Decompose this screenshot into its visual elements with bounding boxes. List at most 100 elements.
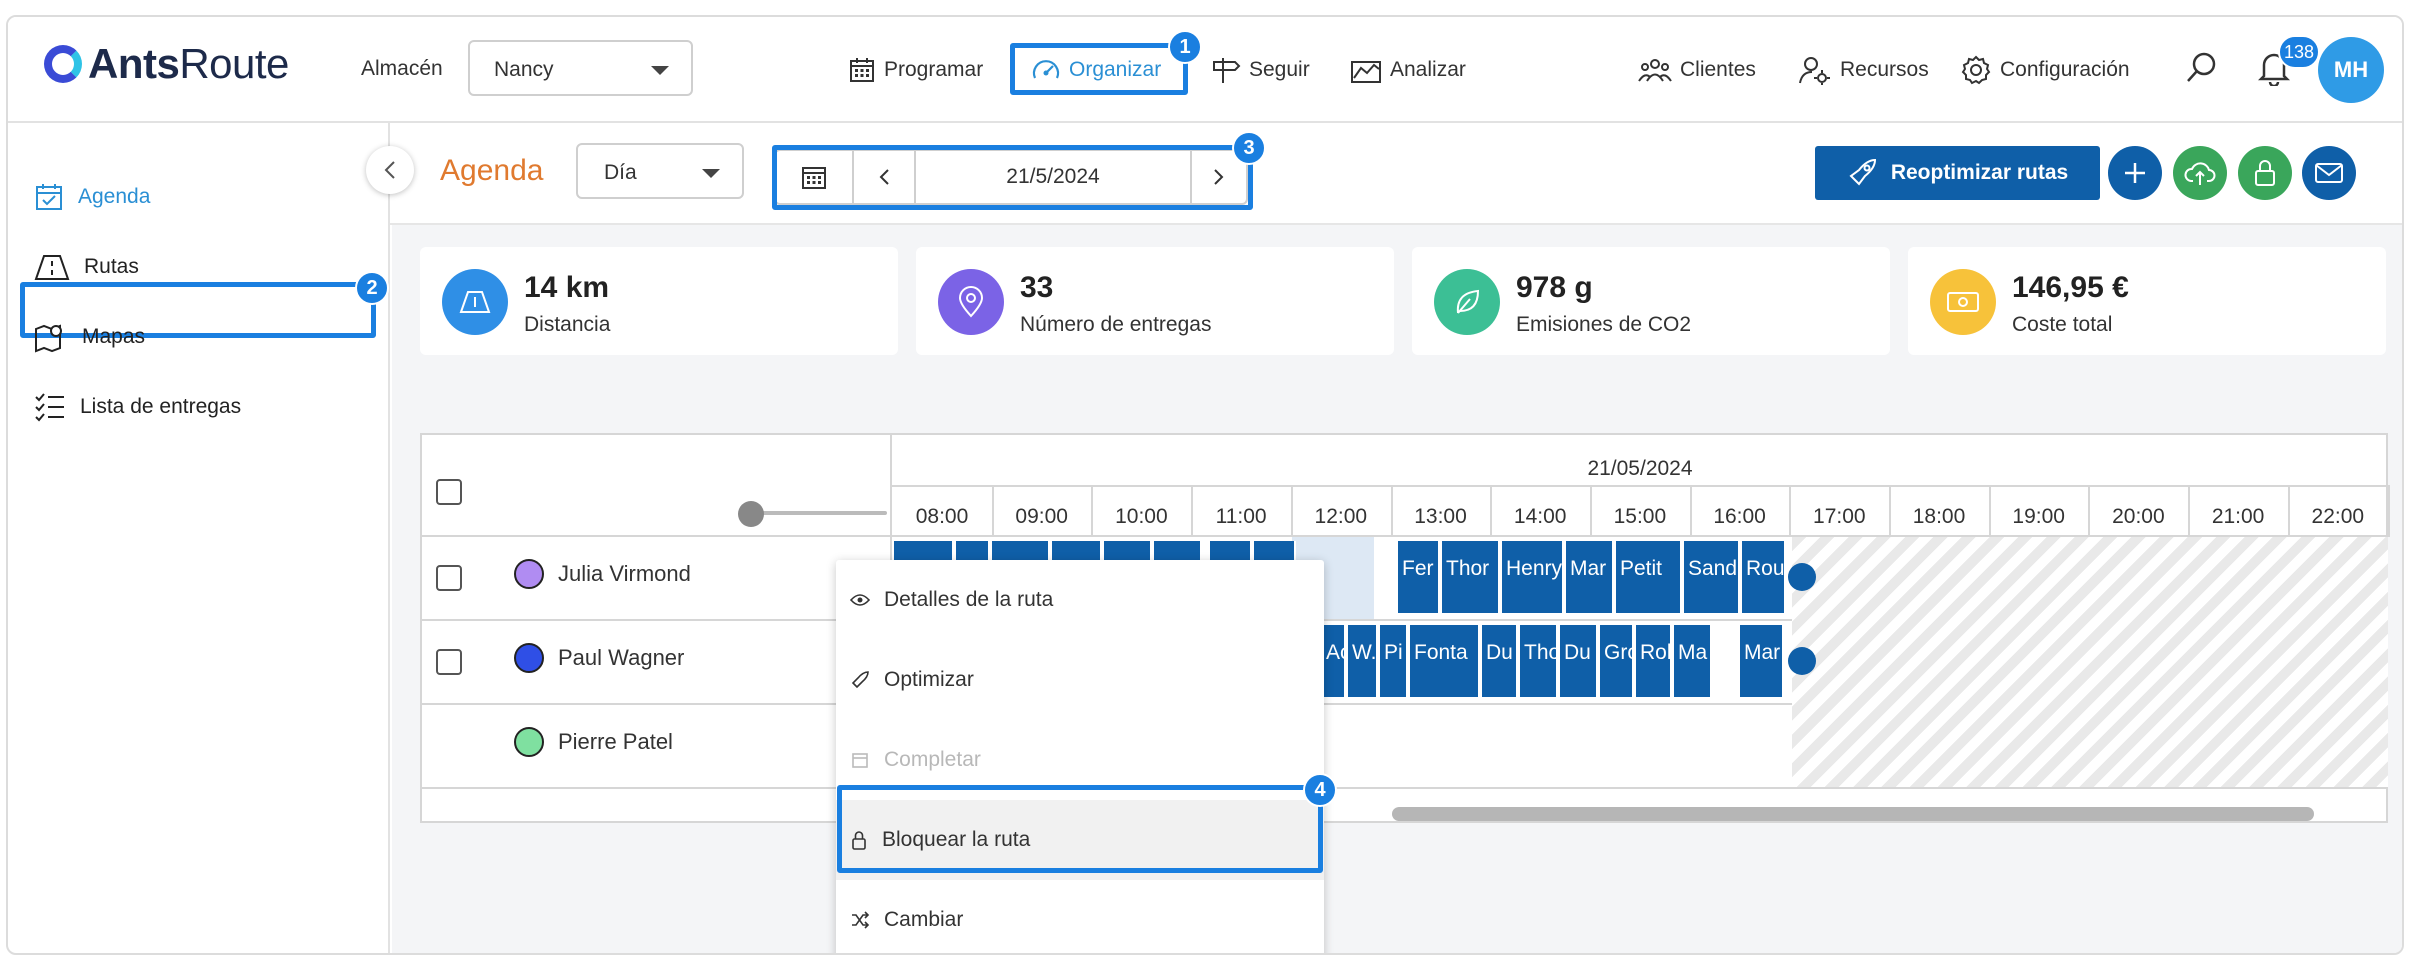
avatar[interactable]: MH [2318,37,2384,103]
timeline-date-header: 21/05/2024 [1587,457,1693,480]
delivery-block[interactable]: Du [1560,625,1598,697]
hour-label: 13:00 [1414,505,1467,528]
hour-label: 19:00 [2012,505,2065,528]
logo-bold-text: Ants [88,40,180,87]
nav-configuracion[interactable]: Configuración [1960,53,2130,87]
cloud-upload-icon [2184,159,2216,187]
select-all-checkbox[interactable] [436,479,462,505]
signpost-icon [1211,55,1241,85]
nav-programar[interactable]: Programar [848,53,983,87]
hour-label: 08:00 [915,505,969,528]
delivery-block[interactable]: Ma [1674,625,1712,697]
delivery-block[interactable]: Petit [1616,541,1682,613]
driver-row-julia[interactable]: Julia Virmond [514,559,691,589]
search-button[interactable] [2184,51,2220,85]
notification-count-badge: 138 [2278,35,2321,69]
upload-cloud-button[interactable] [2173,146,2227,200]
route-end-marker[interactable] [1788,647,1816,675]
chevron-down-icon [651,66,669,75]
nav-analizar[interactable]: Analizar [1350,53,1466,87]
callout-badge-2: 2 [355,271,389,305]
nav-recursos[interactable]: Recursos [1798,53,1929,87]
sidebar-item-label: Mapas [82,325,146,348]
delivery-block[interactable]: Fer [1398,541,1440,613]
menu-item-label: Completar [884,748,981,771]
driver-color-dot [514,727,544,757]
lock-icon [2253,158,2277,188]
collapse-sidebar-button[interactable] [366,146,414,194]
nav-seguir[interactable]: Seguir [1211,53,1310,87]
route-planner: 21/05/2024 08:00 09:00 10:00 11:00 12:00 13:0… [420,433,2390,823]
driver-row-pierre[interactable]: Pierre Patel [514,727,673,757]
kpi-card-emissions: 978 g Emisiones de CO2 [1412,247,1890,355]
nav-configuracion-label: Configuración [2000,58,2130,81]
reoptimize-routes-label: Reoptimizar rutas [1890,161,2069,184]
sidebar-item-agenda[interactable]: Agenda [34,177,150,217]
nav-clientes[interactable]: Clientes [1638,53,1756,87]
delivery-block[interactable]: Du [1482,625,1518,697]
callout-badge-3: 3 [1232,131,1266,165]
delivery-block[interactable]: Fonta [1410,625,1480,697]
menu-item-label: Cambiar [884,908,964,931]
sidebar-item-lista-entregas[interactable]: Lista de entregas [34,387,241,427]
banknote-icon [1930,269,1996,335]
row-checkbox-julia[interactable] [436,565,462,591]
page-title: Agenda [440,154,544,187]
sidebar-item-mapas[interactable]: Mapas [34,317,145,357]
warehouse-select[interactable]: Nancy [468,40,693,96]
sidebar-item-rutas[interactable]: Rutas [34,247,139,287]
search-icon [2184,50,2220,86]
delivery-block[interactable]: Mar [1566,541,1614,613]
kpi-label: Número de entregas [1020,313,1212,336]
delivery-block[interactable]: Rou [1742,541,1786,613]
delivery-block[interactable]: Tho [1520,625,1558,697]
driver-name: Pierre Patel [558,729,673,754]
delivery-block[interactable]: Ac [1322,625,1346,697]
delivery-block[interactable]: Gro [1600,625,1634,697]
hour-label: 09:00 [1015,505,1068,528]
zoom-slider-handle[interactable] [738,501,764,527]
send-email-button[interactable] [2302,146,2356,200]
hour-label: 17:00 [1813,505,1866,528]
menu-item-optimize[interactable]: Optimizar [836,640,1324,720]
row-checkbox-paul[interactable] [436,649,462,675]
delivery-block[interactable]: Thor [1442,541,1500,613]
zoom-slider-track[interactable] [747,511,887,515]
hour-label: 16:00 [1713,505,1766,528]
delivery-block[interactable]: W. [1348,625,1378,697]
gear-icon [1960,54,1992,86]
kpi-value: 33 [1020,271,1054,304]
mail-icon [2314,161,2344,185]
logo[interactable]: AntsRoute [44,39,289,89]
menu-item-label: Optimizar [884,668,974,691]
delivery-block[interactable]: Henry [1502,541,1564,613]
driver-color-dot [514,643,544,673]
route-end-marker[interactable] [1788,563,1816,591]
menu-item-route-details[interactable]: Detalles de la ruta [836,560,1324,640]
rocket-icon [850,670,870,690]
delivery-block[interactable]: Rol [1636,625,1672,697]
chevron-down-icon [702,169,720,178]
lock-all-button[interactable] [2238,146,2292,200]
shuffle-icon [850,911,870,929]
driver-row-paul[interactable]: Paul Wagner [514,643,684,673]
divider [892,485,2388,487]
users-group-icon [1638,56,1672,84]
app-window: AntsRoute Almacén Nancy Programar Organi… [6,15,2404,955]
reoptimize-routes-button[interactable]: Reoptimizar rutas [1815,146,2100,200]
kpi-value: 14 km [524,271,610,304]
warehouse-value: Nancy [494,58,554,81]
add-button[interactable] [2108,146,2162,200]
delivery-block[interactable]: Mar [1740,625,1784,697]
menu-item-change[interactable]: Cambiar [836,880,1324,953]
delivery-block[interactable]: Sand [1684,541,1740,613]
location-pin-icon [938,269,1004,335]
leaf-icon [1434,269,1500,335]
view-select[interactable]: Día [576,143,744,199]
hour-label: 11:00 [1215,505,1267,528]
horizontal-scrollbar[interactable] [1392,807,2314,821]
delivery-block[interactable]: Pi [1380,625,1408,697]
kpi-value: 146,95 € [2012,271,2129,304]
nav-analizar-label: Analizar [1390,58,1466,81]
logo-rest-text: Route [179,40,289,87]
